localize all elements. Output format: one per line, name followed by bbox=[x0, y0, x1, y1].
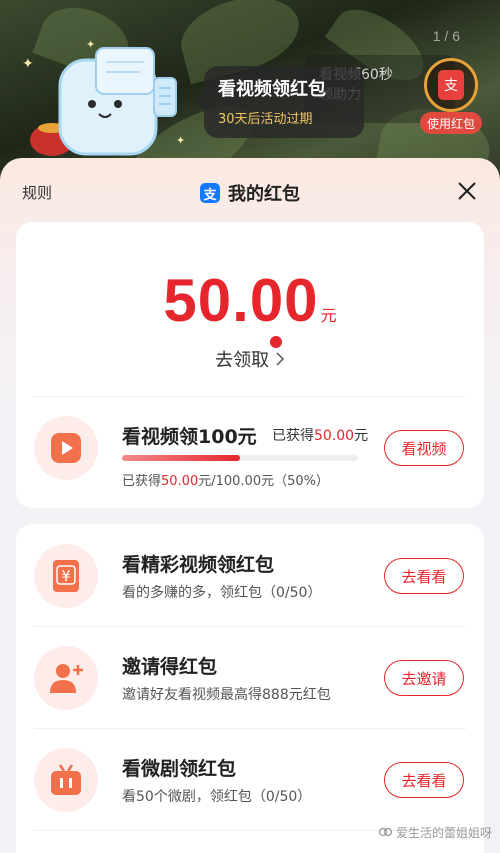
video-play-icon bbox=[51, 433, 81, 463]
sheet-header: 规则 支 我的红包 bbox=[0, 158, 500, 224]
close-icon bbox=[458, 182, 476, 200]
task-list-card: ¥ 看精彩视频领红包 看的多赚的多，领红包（0/50） 去看看 邀请得红包 邀请… bbox=[16, 524, 484, 853]
tv-icon bbox=[51, 764, 81, 795]
task-desc: 看的多赚的多，领红包（0/50） bbox=[122, 585, 322, 601]
tooltip-title: 看视频领红包 bbox=[218, 79, 326, 100]
featured-task-title: 看视频领100元 bbox=[122, 426, 257, 448]
balance-amount: 50.00 元 bbox=[163, 267, 337, 334]
chevron-right-icon bbox=[276, 352, 284, 366]
watermark-logo-icon bbox=[379, 827, 393, 837]
watch-video-button[interactable]: 看视频 bbox=[384, 430, 464, 466]
task-icon-wrap: ¥ bbox=[34, 544, 98, 608]
progress-fill bbox=[122, 455, 240, 461]
video-play-icon-wrap bbox=[34, 416, 98, 480]
rules-link[interactable]: 规则 bbox=[22, 182, 52, 203]
sparkle-icon: ✦ bbox=[22, 56, 34, 72]
red-packet-sheet: 规则 支 我的红包 50.00 元 去领取 看视频领100元 已获得50.00元… bbox=[0, 158, 500, 853]
alipay-red-packet-icon: 支 bbox=[438, 70, 464, 100]
tooltip-bubble: 看视频领红包 30天后活动过期 bbox=[196, 66, 364, 138]
red-envelope-icon: ¥ bbox=[53, 560, 79, 592]
task-title: 看微剧领红包 bbox=[122, 758, 237, 780]
use-red-packet-label: 使用红包 bbox=[420, 112, 482, 134]
alipay-icon: 支 bbox=[200, 183, 220, 203]
watermark: 爱生活的蕾姐姐呀 bbox=[379, 824, 492, 841]
balance-card: 50.00 元 去领取 看视频领100元 已获得50.00元 已获得50.00元/… bbox=[16, 222, 484, 508]
sparkle-icon: ✦ bbox=[86, 38, 96, 51]
task-button-invite[interactable]: 去邀请 bbox=[384, 660, 464, 696]
close-button[interactable] bbox=[454, 178, 480, 204]
tooltip-subtitle: 30天后活动过期 bbox=[218, 112, 313, 127]
progress-bar bbox=[122, 455, 358, 461]
task-button-watch[interactable]: 去看看 bbox=[384, 762, 464, 798]
add-user-icon bbox=[50, 664, 83, 693]
task-title: 邀请得红包 bbox=[122, 656, 218, 678]
claim-link[interactable]: 去领取 bbox=[16, 346, 484, 372]
sparkle-icon: ✦ bbox=[176, 134, 186, 147]
task-icon-wrap bbox=[34, 748, 98, 812]
task-desc: 看50个微剧，领红包（0/50） bbox=[122, 789, 312, 805]
use-red-packet-button[interactable]: 支 使用红包 bbox=[418, 58, 484, 134]
mascot-illustration bbox=[22, 40, 192, 160]
task-button-watch[interactable]: 去看看 bbox=[384, 558, 464, 594]
featured-task-earned: 已获得50.00元 bbox=[272, 428, 369, 444]
page-indicator: 1 / 6 bbox=[432, 28, 460, 44]
task-title: 看精彩视频领红包 bbox=[122, 554, 275, 576]
sheet-title: 支 我的红包 bbox=[200, 180, 300, 206]
featured-task-progress-text: 已获得50.00元/100.00元（50%） bbox=[122, 474, 329, 489]
svg-text:¥: ¥ bbox=[61, 567, 71, 585]
task-desc: 邀请好友看视频最高得888元红包 bbox=[122, 687, 331, 703]
task-icon-wrap bbox=[34, 646, 98, 710]
notification-dot bbox=[270, 336, 282, 348]
